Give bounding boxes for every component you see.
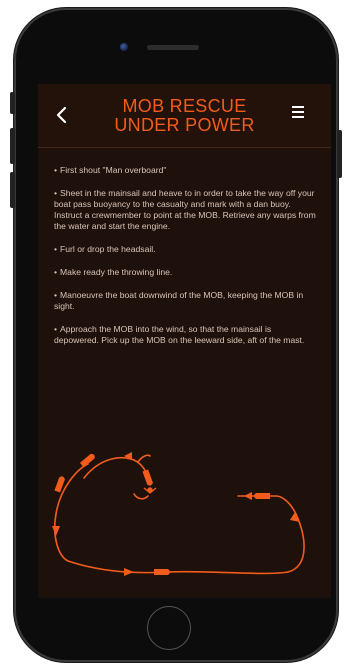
header-bar: MOB RESCUE UNDER POWER xyxy=(38,84,331,148)
page-title-line2: UNDER POWER xyxy=(114,115,255,135)
back-button[interactable] xyxy=(52,102,72,128)
instruction-item: • Sheet in the mainsail and heave to in o… xyxy=(54,188,316,231)
power-button xyxy=(337,130,342,178)
header-divider xyxy=(38,147,331,148)
volume-up-button xyxy=(10,128,15,164)
page-title-line1: MOB RESCUE xyxy=(122,96,247,116)
instruction-item: • Approach the MOB into the wind, so that… xyxy=(54,324,305,345)
volume-down-button xyxy=(10,172,15,208)
boat-icon xyxy=(254,493,270,499)
boat-icon xyxy=(79,453,95,468)
person-in-water-icon xyxy=(143,487,157,494)
boat-icon xyxy=(142,469,153,486)
instruction-item: • Furl or drop the headsail. xyxy=(54,244,156,254)
app-screen: MOB RESCUE UNDER POWER • First shout "Man… xyxy=(38,84,331,598)
page-title: MOB RESCUE UNDER POWER xyxy=(78,97,291,135)
instructions-list: • First shout "Man overboard" • Sheet in t… xyxy=(54,165,316,358)
front-camera xyxy=(120,43,128,51)
earpiece-speaker xyxy=(147,45,199,50)
home-button[interactable] xyxy=(147,606,191,650)
chevron-left-icon xyxy=(56,106,67,124)
menu-button[interactable] xyxy=(291,106,305,120)
mute-switch xyxy=(10,92,15,114)
instruction-item: • Make ready the throwing line. xyxy=(54,267,173,277)
boat-icon xyxy=(154,569,170,575)
instruction-item: • Manoeuvre the boat downwind of the MOB,… xyxy=(54,290,304,311)
mob-rescue-route-diagram xyxy=(52,452,305,576)
instruction-item: • First shout "Man overboard" xyxy=(54,165,167,175)
hamburger-menu-icon xyxy=(291,106,305,118)
